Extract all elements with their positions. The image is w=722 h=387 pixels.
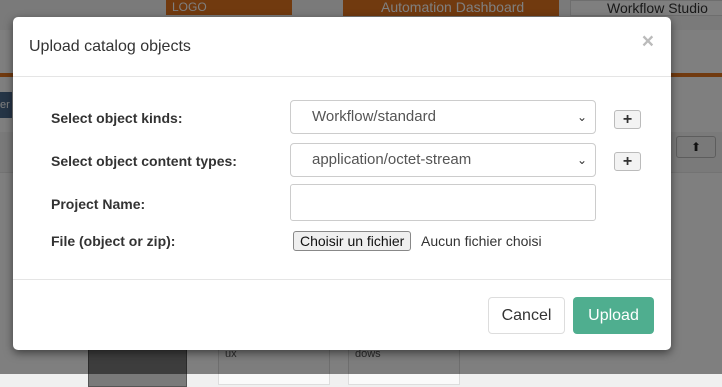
add-object-kind-button[interactable]: +	[614, 110, 641, 129]
content-types-label: Select object content types:	[51, 153, 237, 169]
upload-catalog-modal: Upload catalog objects × Select object k…	[13, 17, 671, 350]
file-status-text: Aucun fichier choisi	[421, 233, 542, 249]
content-types-select[interactable]: application/octet-stream ⌄	[290, 143, 596, 177]
cancel-button[interactable]: Cancel	[488, 297, 565, 334]
project-name-input[interactable]	[290, 184, 596, 221]
object-kinds-label: Select object kinds:	[51, 110, 183, 126]
modal-footer: Cancel Upload	[13, 279, 671, 351]
chevron-down-icon: ⌄	[576, 110, 587, 124]
upload-button[interactable]: Upload	[573, 297, 654, 334]
object-kinds-select[interactable]: Workflow/standard ⌄	[290, 100, 596, 134]
modal-header: Upload catalog objects ×	[13, 17, 671, 77]
chevron-down-icon: ⌄	[576, 153, 587, 167]
file-label: File (object or zip):	[51, 233, 176, 249]
add-content-type-button[interactable]: +	[614, 152, 641, 171]
project-name-label: Project Name:	[51, 196, 146, 212]
close-icon[interactable]: ×	[642, 30, 654, 54]
modal-title: Upload catalog objects	[29, 38, 191, 55]
choose-file-button[interactable]: Choisir un fichier	[293, 231, 412, 251]
content-types-value: application/octet-stream	[312, 151, 472, 168]
object-kinds-value: Workflow/standard	[312, 108, 436, 125]
